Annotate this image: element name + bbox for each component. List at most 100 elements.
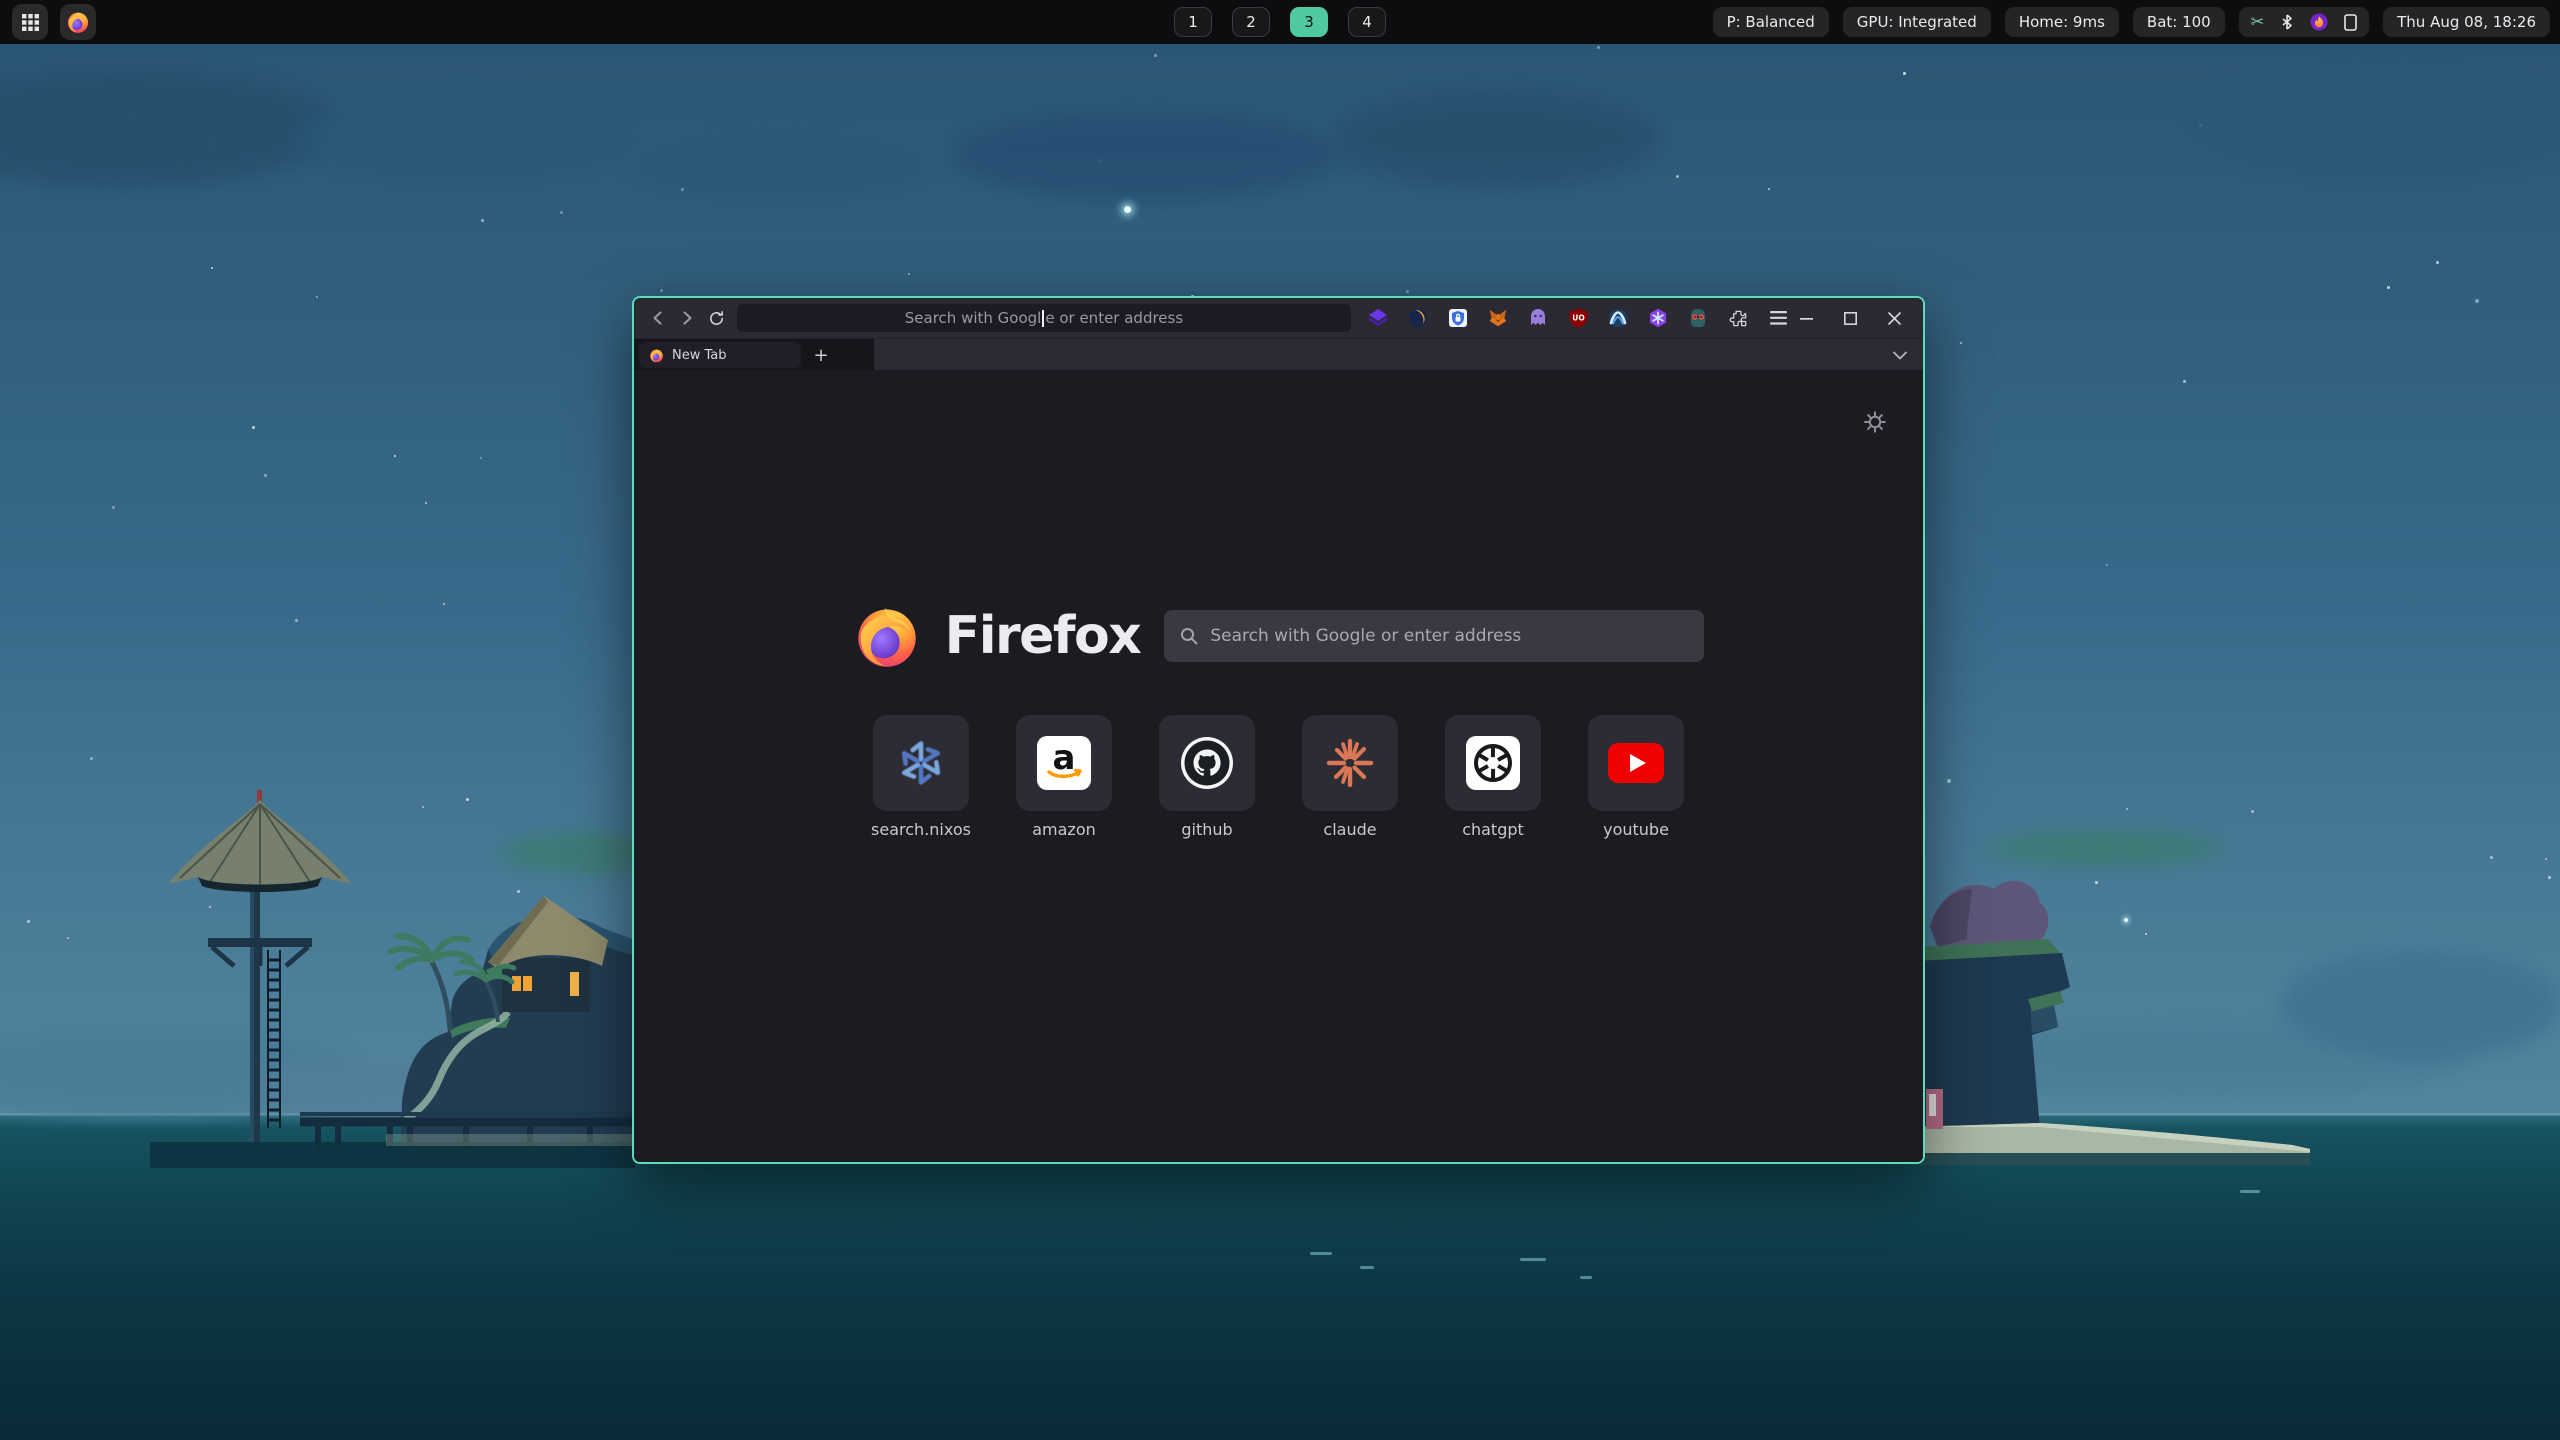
window-controls [1791,305,1913,331]
star [1154,54,1157,57]
tab-new-tab[interactable]: New Tab [639,342,801,368]
workspace-button-2[interactable]: 2 [1232,7,1270,37]
shortcut-chatgpt[interactable]: chatgpt [1445,715,1541,839]
nixos-tile [873,715,969,811]
water-sparkle [1520,1258,1546,1261]
shortcut-amazon[interactable]: a amazon [1016,715,1112,839]
star [252,426,255,429]
url-bar[interactable]: Search with Googl e or enter address [737,304,1351,332]
newtab-search-box[interactable] [1164,610,1704,662]
star [481,219,484,222]
scissors-icon[interactable]: ✂ [2251,14,2264,30]
blue-arc-extension-icon[interactable] [1605,305,1631,331]
water-sparkle [1310,1252,1332,1255]
navigation-toolbar: Search with Googl e or enter address [634,298,1923,338]
star [264,474,267,477]
star [2387,286,2390,289]
shortcut-tiles: search.nixos a amazon [634,715,1923,839]
star [1903,72,1906,75]
firefox-window: Search with Googl e or enter address [632,296,1925,1164]
bluetooth-icon[interactable] [2280,14,2294,30]
star [2475,299,2479,303]
search-icon [1180,627,1198,645]
forward-button[interactable] [673,304,702,332]
workspace-button-1[interactable]: 1 [1174,7,1212,37]
star [2545,858,2547,860]
firefox-favicon [649,348,664,363]
reload-button[interactable] [702,304,731,332]
chatgpt-tile [1445,715,1541,811]
close-button[interactable] [1879,305,1909,331]
star [2490,856,2493,859]
shortcut-label: chatgpt [1462,820,1524,839]
ping-pill[interactable]: Home: 9ms [2005,7,2119,37]
maximize-button[interactable] [1835,305,1865,331]
ghost-extension-icon[interactable] [1525,305,1551,331]
list-all-tabs-button[interactable] [1887,343,1913,367]
power-profile-pill[interactable]: P: Balanced [1713,7,1829,37]
urlbar-placeholder-before: Search with Googl [905,309,1042,327]
spy-goggles-extension-icon[interactable] [1685,305,1711,331]
water-sparkle [1360,1266,1374,1269]
newtab-hero: Firefox [634,602,1923,670]
star [660,289,663,292]
hex-snowflake-extension-icon[interactable] [1645,305,1671,331]
urlbar-placeholder-after: e or enter address [1045,309,1183,327]
new-tab-page: Firefox [634,370,1923,1162]
star [295,619,298,622]
minimize-button[interactable] [1791,305,1821,331]
tablet-icon[interactable] [2344,14,2357,31]
extension-toolbar: UO [1365,305,1791,331]
water-sparkle [2240,1190,2260,1193]
shortcut-label: search.nixos [871,820,971,839]
star [2436,261,2439,264]
shortcut-github[interactable]: github [1159,715,1255,839]
star [316,296,318,298]
gpu-pill[interactable]: GPU: Integrated [1843,7,1991,37]
bright-star [1124,206,1131,213]
metamask-fox-extension-icon[interactable] [1485,305,1511,331]
topbar-left [0,4,96,40]
battery-pill[interactable]: Bat: 100 [2133,7,2225,37]
star [908,273,910,275]
top-bar: 1 2 3 4 P: Balanced GPU: Integrated Home… [0,0,2560,44]
tab-bar: New Tab + [634,338,1923,370]
star [67,937,69,939]
purple-cube-extension-icon[interactable] [1365,305,1391,331]
star [90,757,93,760]
system-tray: ✂ [2239,7,2369,37]
text-caret [1042,310,1044,327]
nixos-snowflake-icon [897,739,945,787]
ublock-shield-extension-icon[interactable]: UO [1565,305,1591,331]
clock[interactable]: Thu Aug 08, 18:26 [2383,7,2550,37]
youtube-play-icon [1608,743,1664,783]
star [1947,779,1951,783]
star [2251,810,2254,813]
moon-swirl-extension-icon[interactable] [1405,305,1431,331]
personalize-gear-button[interactable] [1863,410,1887,434]
back-button[interactable] [644,304,673,332]
firefox-taskbar-button[interactable] [60,4,96,40]
newtab-search-input[interactable] [1210,626,1688,646]
shortcut-search-nixos[interactable]: search.nixos [873,715,969,839]
workspace-button-4[interactable]: 4 [1348,7,1386,37]
cloud [2280,950,2560,1060]
new-tab-button[interactable]: + [807,342,835,368]
extensions-puzzle-button[interactable] [1725,305,1751,331]
workspace-button-3-active[interactable]: 3 [1290,7,1328,37]
star [480,457,482,459]
tab-title: New Tab [672,348,727,363]
shield-lock-extension-icon[interactable] [1445,305,1471,331]
shortcut-claude[interactable]: claude [1302,715,1398,839]
cloud [1330,88,1660,188]
firefox-logo [853,602,921,670]
star [211,267,213,269]
app-launcher-button[interactable] [12,4,48,40]
cloud [630,135,930,201]
shortcut-youtube[interactable]: youtube [1588,715,1684,839]
menu-hamburger-button[interactable] [1765,305,1791,331]
star [1960,342,1962,344]
flame-icon[interactable] [2310,13,2328,31]
chevron-down-icon [1893,351,1907,360]
firefox-wordmark: Firefox [945,606,1141,666]
